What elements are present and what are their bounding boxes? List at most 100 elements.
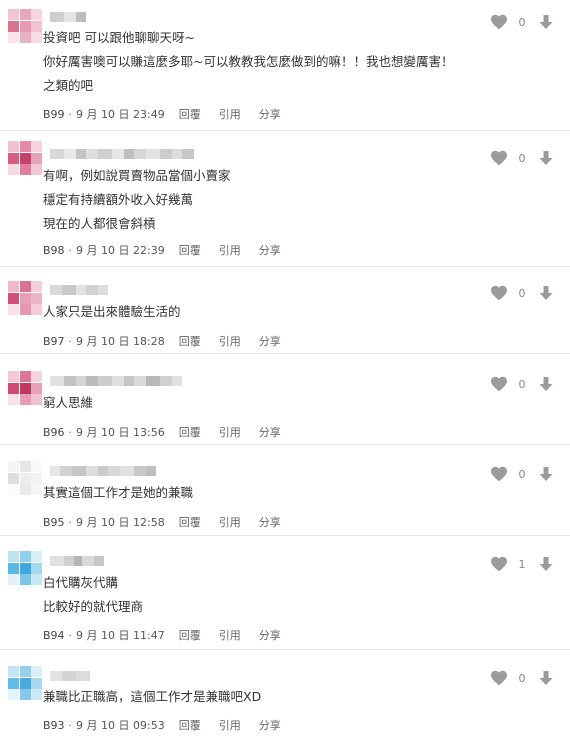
- share-button[interactable]: 分享: [259, 717, 281, 733]
- username-pixel: [82, 556, 94, 566]
- avatar[interactable]: [8, 551, 42, 585]
- reply-button[interactable]: 回覆: [179, 514, 201, 530]
- username-pixel: [50, 12, 64, 22]
- username-blurred[interactable]: [50, 149, 194, 159]
- like-heart-icon[interactable]: [490, 466, 508, 482]
- username-blurred[interactable]: [50, 671, 90, 681]
- avatar-pixel: [19, 382, 31, 394]
- like-heart-icon[interactable]: [490, 150, 508, 166]
- quote-button[interactable]: 引用: [219, 717, 241, 733]
- username-pixel: [74, 556, 82, 566]
- avatar-pixel: [19, 141, 31, 152]
- avatar-pixel: [8, 677, 19, 689]
- username-pixel: [120, 466, 134, 476]
- comment-text-line: 穩定有持續額外收入好幾萬: [43, 192, 194, 207]
- username-pixel: [64, 149, 76, 159]
- like-count: 0: [518, 15, 526, 29]
- avatar-pixel: [8, 562, 19, 574]
- like-heart-icon[interactable]: [490, 670, 508, 686]
- username-blurred[interactable]: [50, 376, 182, 386]
- avatar-pixel: [31, 141, 42, 152]
- avatar-pixel: [19, 562, 31, 574]
- share-button[interactable]: 分享: [259, 514, 281, 530]
- share-button[interactable]: 分享: [259, 424, 281, 440]
- username-pixel: [160, 376, 172, 386]
- quote-button[interactable]: 引用: [219, 242, 241, 258]
- avatar-pixel: [8, 666, 19, 677]
- comment-body: 有啊，例如說買賣物品當個小賣家 穩定有持續額外收入好幾萬 現在的人都很會斜槓: [43, 164, 470, 236]
- share-button[interactable]: 分享: [259, 106, 281, 122]
- downvote-arrow-icon[interactable]: [538, 285, 554, 301]
- avatar[interactable]: [8, 141, 42, 175]
- reply-button[interactable]: 回覆: [179, 717, 201, 733]
- comment-meta: B98 · 9 月 10 日 22:39 回覆 引用 分享: [43, 242, 281, 258]
- reply-button[interactable]: 回覆: [179, 424, 201, 440]
- avatar[interactable]: [8, 9, 42, 43]
- avatar-pixel: [31, 292, 42, 304]
- floor-number: B94: [43, 628, 65, 642]
- share-button[interactable]: 分享: [259, 627, 281, 643]
- downvote-arrow-icon[interactable]: [538, 150, 554, 166]
- downvote-arrow-icon[interactable]: [538, 466, 554, 482]
- quote-button[interactable]: 引用: [219, 514, 241, 530]
- username-pixel: [50, 376, 64, 386]
- avatar-pixel: [19, 461, 31, 472]
- avatar-pixel: [31, 484, 42, 495]
- like-heart-icon[interactable]: [490, 285, 508, 301]
- username-pixel: [50, 285, 62, 295]
- quote-button[interactable]: 引用: [219, 424, 241, 440]
- vote-controls: 0: [490, 670, 554, 686]
- reply-button[interactable]: 回覆: [179, 106, 201, 122]
- vote-controls: 1: [490, 556, 554, 572]
- username-blurred[interactable]: [50, 466, 156, 476]
- username-pixel: [134, 376, 146, 386]
- quote-button[interactable]: 引用: [219, 106, 241, 122]
- share-button[interactable]: 分享: [259, 333, 281, 349]
- avatar[interactable]: [8, 461, 42, 495]
- quote-button[interactable]: 引用: [219, 627, 241, 643]
- username-pixel: [172, 149, 182, 159]
- username-pixel: [172, 376, 182, 386]
- comment-body: 窮人思維: [43, 391, 470, 415]
- avatar-pixel: [19, 394, 31, 405]
- share-button[interactable]: 分享: [259, 242, 281, 258]
- avatar-pixel: [19, 32, 31, 43]
- avatar-pixel: [31, 32, 42, 43]
- quote-button[interactable]: 引用: [219, 333, 241, 349]
- avatar-pixel: [19, 472, 31, 484]
- like-count: 0: [518, 286, 526, 300]
- avatar-pixel: [19, 292, 31, 304]
- reply-button[interactable]: 回覆: [179, 627, 201, 643]
- comment-body: 其實這個工作才是她的兼職: [43, 481, 470, 505]
- avatar-pixel: [8, 281, 19, 292]
- username-blurred[interactable]: [50, 285, 108, 295]
- comment-item: 兼職比正職高，這個工作才是兼職吧XD B93 · 9 月 10 日 09:53 回覆 引用…: [0, 650, 570, 740]
- like-heart-icon[interactable]: [490, 14, 508, 30]
- username-pixel: [76, 376, 86, 386]
- username-blurred[interactable]: [50, 556, 104, 566]
- username-pixel: [124, 376, 134, 386]
- comment-meta: B95 · 9 月 10 日 12:58 回覆 引用 分享: [43, 514, 281, 530]
- comment-item: 白代購灰代購 比較好的就代理商 B94 · 9 月 10 日 11:47 回覆 引用 分享 1: [0, 536, 570, 650]
- comment-text-line: 兼職比正職高，這個工作才是兼職吧XD: [43, 689, 262, 704]
- username-blurred[interactable]: [50, 12, 86, 22]
- downvote-arrow-icon[interactable]: [538, 556, 554, 572]
- avatar[interactable]: [8, 666, 42, 700]
- username-pixel: [64, 12, 76, 22]
- downvote-arrow-icon[interactable]: [538, 376, 554, 392]
- downvote-arrow-icon[interactable]: [538, 14, 554, 30]
- avatar[interactable]: [8, 281, 42, 315]
- like-heart-icon[interactable]: [490, 376, 508, 392]
- avatar[interactable]: [8, 371, 42, 405]
- avatar-pixel: [19, 666, 31, 677]
- comment-text-line: 投資吧 可以跟他聊聊天呀~: [43, 30, 195, 45]
- comment-text-line: 現在的人都很會斜槓: [43, 216, 156, 231]
- comment-timestamp: 9 月 10 日 09:53: [76, 719, 165, 732]
- avatar-pixel: [31, 461, 42, 472]
- avatar-pixel: [8, 164, 19, 175]
- comment-body: 投資吧 可以跟他聊聊天呀~ 你好厲害噢可以賺這麼多耶~可以教教我怎麼做到的嘛！！我…: [43, 26, 470, 98]
- downvote-arrow-icon[interactable]: [538, 670, 554, 686]
- like-heart-icon[interactable]: [490, 556, 508, 572]
- reply-button[interactable]: 回覆: [179, 333, 201, 349]
- reply-button[interactable]: 回覆: [179, 242, 201, 258]
